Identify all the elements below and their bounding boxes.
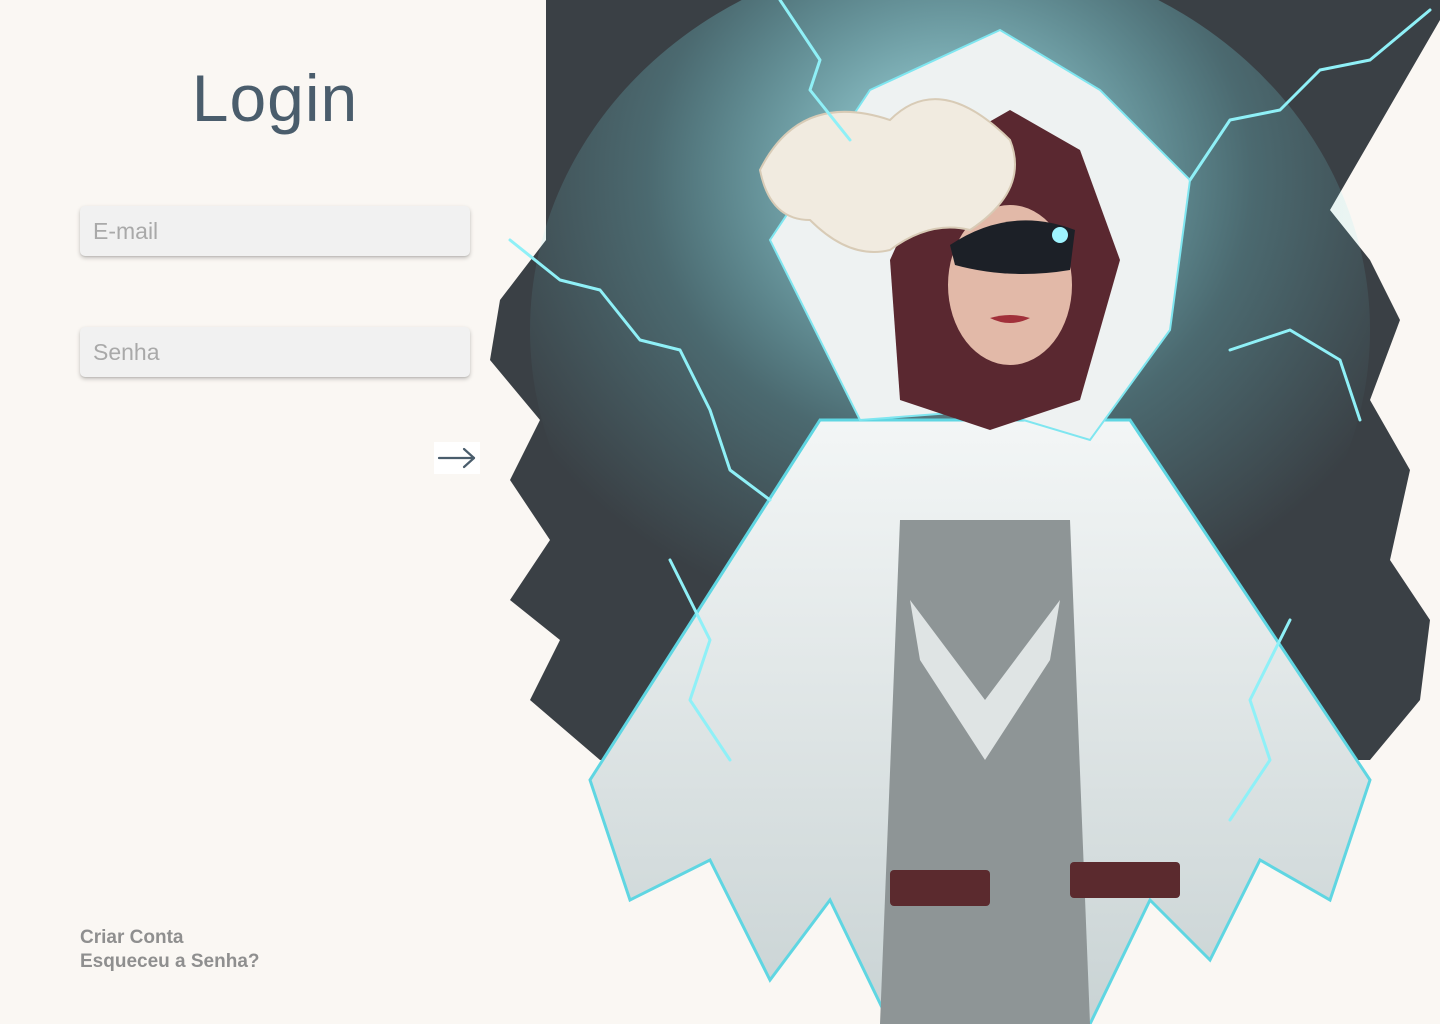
- forgot-password-link[interactable]: Esqueceu a Senha?: [80, 950, 260, 974]
- email-field[interactable]: [80, 206, 470, 256]
- login-page: Login Criar Conta Esqueceu a Senha?: [0, 0, 1440, 1024]
- account-links: Criar Conta Esqueceu a Senha?: [80, 926, 260, 974]
- create-account-link[interactable]: Criar Conta: [80, 926, 260, 950]
- hero-illustration: [490, 0, 1440, 1024]
- password-field[interactable]: [80, 327, 470, 377]
- page-title: Login: [191, 61, 359, 135]
